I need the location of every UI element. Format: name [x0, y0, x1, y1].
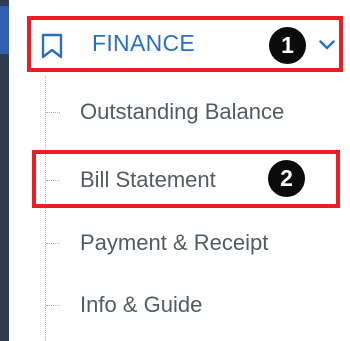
submenu-item-payment-receipt[interactable]: Payment & Receipt	[46, 223, 268, 263]
menu-title: FINANCE	[92, 30, 196, 56]
tree-branch	[46, 242, 60, 244]
submenu-item-label: Bill Statement	[80, 167, 216, 192]
tree-branch	[46, 304, 60, 306]
submenu-item-info-guide[interactable]: Info & Guide	[46, 285, 202, 325]
submenu-item-label: Payment & Receipt	[80, 230, 269, 255]
annotation-badge-2: 2	[268, 160, 305, 197]
tree-branch	[46, 179, 60, 181]
sidebar-active-indicator	[0, 6, 9, 54]
sidebar-edge	[0, 0, 9, 341]
tree-branch	[46, 111, 60, 113]
annotation-badge-1: 1	[269, 27, 306, 64]
bookmark-icon	[41, 33, 63, 59]
submenu-item-bill-statement[interactable]: Bill Statement	[46, 160, 216, 200]
submenu-item-label: Outstanding Balance	[80, 99, 285, 124]
submenu-item-outstanding-balance[interactable]: Outstanding Balance	[46, 92, 284, 132]
chevron-down-icon[interactable]	[319, 40, 335, 50]
submenu-item-label: Info & Guide	[80, 292, 203, 317]
